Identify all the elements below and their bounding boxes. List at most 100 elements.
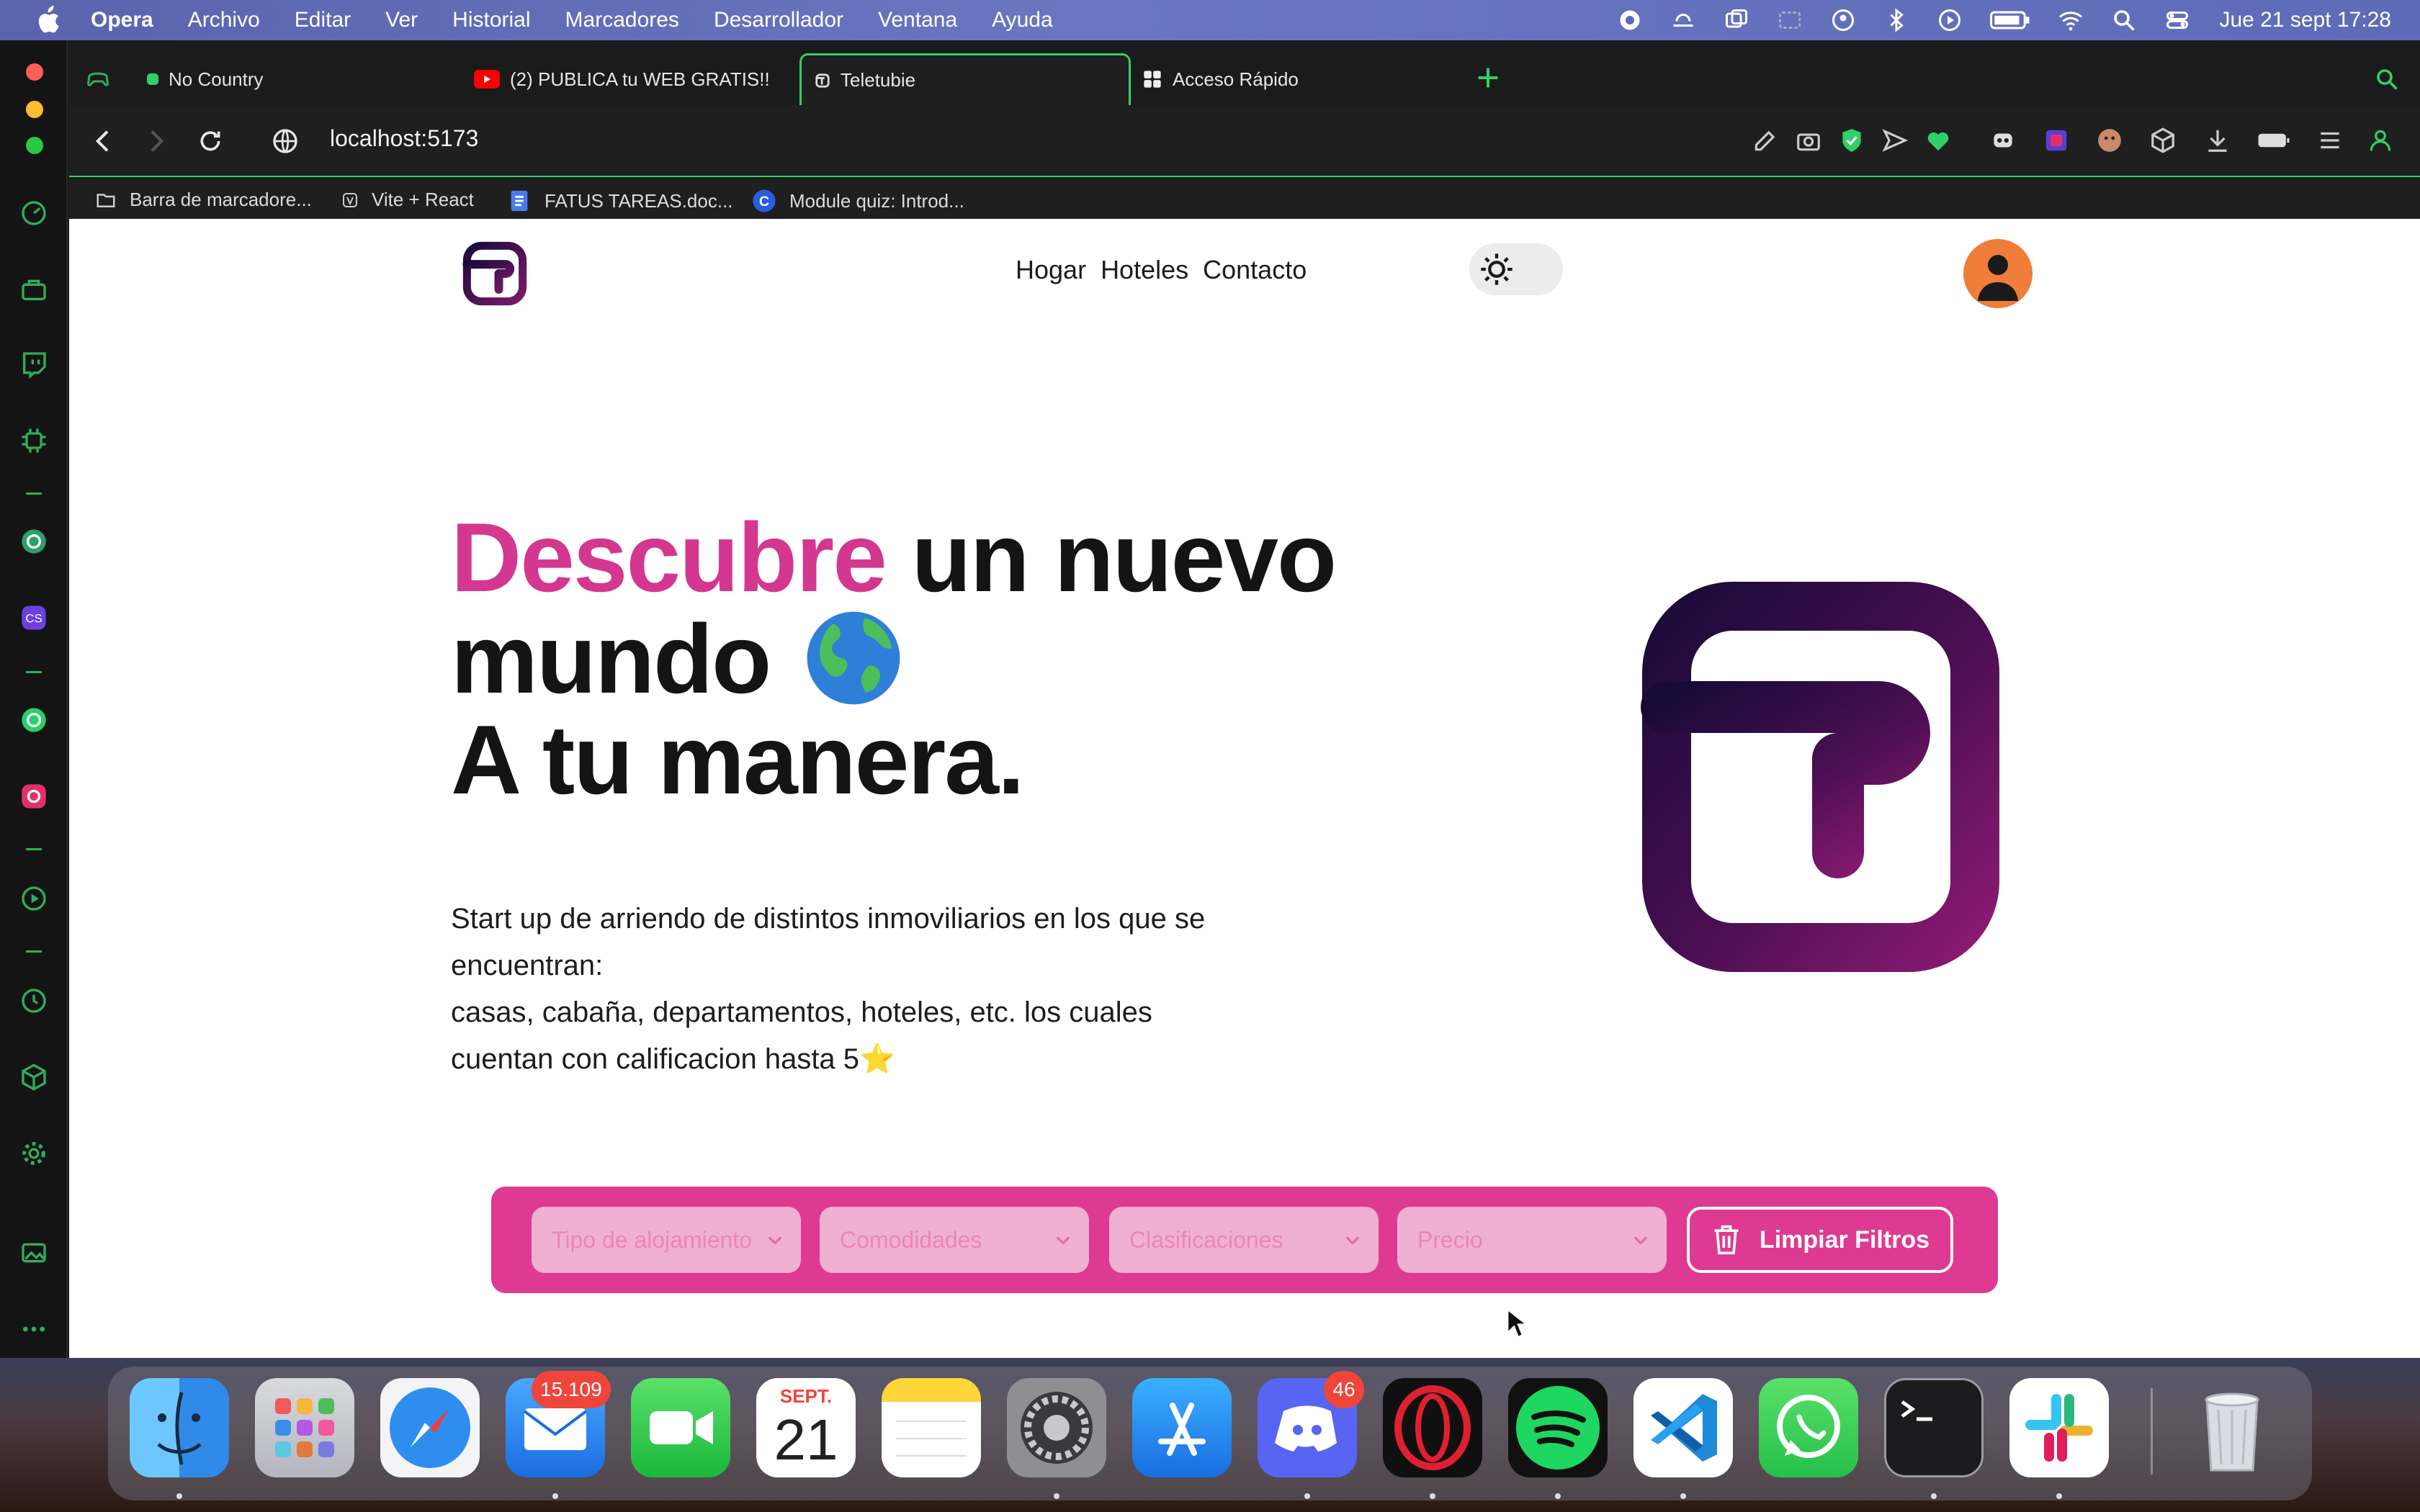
new-tab-plus-icon[interactable] xyxy=(1474,63,1502,92)
url-field[interactable]: localhost:5173 xyxy=(330,125,478,152)
user-avatar[interactable] xyxy=(1963,239,2033,308)
dock-notes[interactable] xyxy=(882,1378,981,1477)
user-circle-icon[interactable] xyxy=(1830,7,1856,33)
play-circle-icon[interactable] xyxy=(1937,7,1963,33)
theme-toggle[interactable] xyxy=(1469,243,1563,295)
easy-setup-icon[interactable] xyxy=(2316,127,2344,154)
dock-discord[interactable]: 46 xyxy=(1258,1371,1364,1477)
site-logo[interactable] xyxy=(462,240,528,307)
bookmark-fatus-tareas[interactable]: FATUS TAREAS.doc... xyxy=(507,189,733,213)
dock-mail[interactable]: 15.109 xyxy=(506,1371,611,1477)
whatsapp-icon[interactable] xyxy=(19,706,48,734)
menu-ayuda[interactable]: Ayuda xyxy=(992,8,1053,32)
settings-gear-icon[interactable] xyxy=(19,1139,48,1168)
edit-icon[interactable] xyxy=(1752,127,1779,154)
battery-icon[interactable] xyxy=(1990,7,2030,33)
dock-vscode[interactable] xyxy=(1634,1378,1733,1477)
dock-finder[interactable] xyxy=(130,1378,229,1477)
chatsonic-icon[interactable]: CS xyxy=(19,603,48,632)
menu-historial[interactable]: Historial xyxy=(452,8,530,32)
battery-saver-icon[interactable] xyxy=(2257,127,2290,154)
menu-ver[interactable]: Ver xyxy=(385,8,418,32)
filter-amenities-select[interactable]: Comodidades xyxy=(820,1207,1089,1273)
dock-opera-gx[interactable] xyxy=(1383,1378,1482,1477)
vpn-shield-icon[interactable] xyxy=(1838,127,1865,154)
window-zoom-button[interactable] xyxy=(26,137,43,154)
wifi-icon[interactable] xyxy=(2058,7,2084,33)
menubar-clock[interactable]: Jue 21 sept 17:28 xyxy=(2219,8,2391,32)
dock-app-store[interactable] xyxy=(1132,1378,1232,1477)
dock-facetime[interactable] xyxy=(631,1378,730,1477)
tab-teletubie[interactable]: Teletubie xyxy=(799,53,1131,105)
tab-search-icon[interactable] xyxy=(2374,66,2400,92)
dock-spotify[interactable] xyxy=(1508,1378,1608,1477)
tab-no-country[interactable]: No Country xyxy=(147,53,521,105)
dock-slack[interactable] xyxy=(2009,1378,2109,1477)
history-icon[interactable] xyxy=(19,986,48,1015)
menu-editar[interactable]: Editar xyxy=(295,8,351,32)
record-icon[interactable] xyxy=(1617,7,1643,33)
running-indicator xyxy=(1304,1493,1310,1499)
clear-filters-button[interactable]: Limpiar Filtros xyxy=(1687,1207,1953,1273)
menu-app-name[interactable]: Opera xyxy=(91,8,153,32)
dock-system-settings[interactable] xyxy=(1007,1378,1106,1477)
tab-acceso-rapido[interactable]: Acceso Rápido xyxy=(1142,53,1445,105)
send-icon[interactable] xyxy=(1881,127,1909,154)
filter-ratings-select[interactable]: Clasificaciones xyxy=(1109,1207,1379,1273)
bluetooth-icon[interactable] xyxy=(1883,7,1909,33)
menu-archivo[interactable]: Archivo xyxy=(188,8,260,32)
bookmark-vite-react[interactable]: Vite + React xyxy=(341,189,474,211)
spotlight-search-icon[interactable] xyxy=(2111,7,2137,33)
menu-ventana[interactable]: Ventana xyxy=(878,8,957,32)
tab-youtube[interactable]: (2) PUBLICA tu WEB GRATIS!! xyxy=(474,53,834,105)
more-dots-icon[interactable] xyxy=(19,1315,48,1344)
reload-icon[interactable] xyxy=(196,127,225,156)
bookmark-bar-folder[interactable]: Barra de marcadore... xyxy=(95,189,312,211)
extension-robot-icon[interactable] xyxy=(1989,127,2017,154)
dock-trash[interactable] xyxy=(2182,1378,2282,1477)
notes-icon xyxy=(896,1421,967,1457)
gx-control-icon[interactable] xyxy=(84,66,112,92)
nav-link-home[interactable]: Hogar xyxy=(1016,255,1086,285)
back-arrow-icon[interactable] xyxy=(89,127,118,156)
extensions-cube-icon[interactable] xyxy=(19,1063,48,1092)
windows-icon[interactable] xyxy=(1724,7,1749,33)
weather-icon[interactable] xyxy=(1670,7,1696,33)
nav-link-hotels[interactable]: Hoteles xyxy=(1101,255,1188,285)
player-icon[interactable] xyxy=(19,884,48,913)
twitch-icon[interactable] xyxy=(19,350,48,379)
camera-icon[interactable] xyxy=(1795,127,1822,154)
bookmark-module-quiz[interactable]: C Module quiz: Introd... xyxy=(752,189,964,213)
profile-icon[interactable] xyxy=(2367,127,2394,154)
extension-color-icon[interactable] xyxy=(2043,127,2070,154)
chip-icon[interactable] xyxy=(19,426,48,455)
dock-whatsapp[interactable] xyxy=(1759,1378,1858,1477)
control-center-icon[interactable] xyxy=(2164,7,2190,33)
globe-icon[interactable] xyxy=(271,127,300,156)
dock-calendar[interactable]: SEPT. 21 xyxy=(756,1378,856,1477)
speed-dial-icon[interactable] xyxy=(19,199,48,228)
filter-price-select[interactable]: Precio xyxy=(1397,1207,1667,1273)
window-close-button[interactable] xyxy=(26,63,43,81)
download-icon[interactable] xyxy=(2204,127,2231,154)
apple-icon[interactable] xyxy=(35,6,60,35)
dock-terminal[interactable] xyxy=(1884,1378,1984,1477)
menu-marcadores[interactable]: Marcadores xyxy=(565,8,679,32)
heart-icon[interactable] xyxy=(1924,127,1952,154)
window-minimize-button[interactable] xyxy=(26,101,43,118)
menu-desarrollador[interactable]: Desarrollador xyxy=(714,8,843,32)
tab-label: Acceso Rápido xyxy=(1173,68,1299,90)
filter-type-select[interactable]: Tipo de alojamiento xyxy=(532,1207,801,1273)
extension-avatar-icon[interactable] xyxy=(2096,127,2123,154)
dock-launchpad[interactable] xyxy=(255,1378,354,1477)
dock-safari[interactable] xyxy=(380,1378,480,1477)
nav-link-contact[interactable]: Contacto xyxy=(1203,255,1307,285)
toolbox-icon[interactable] xyxy=(19,275,48,304)
forward-arrow-icon[interactable] xyxy=(141,127,170,156)
cube-icon[interactable] xyxy=(2149,127,2177,154)
screen-mirror-icon[interactable] xyxy=(1777,7,1803,33)
gallery-icon[interactable] xyxy=(19,1238,48,1267)
coursera-icon: C xyxy=(753,189,776,212)
instagram-icon[interactable] xyxy=(19,782,48,811)
chatgpt-icon[interactable] xyxy=(19,527,48,556)
